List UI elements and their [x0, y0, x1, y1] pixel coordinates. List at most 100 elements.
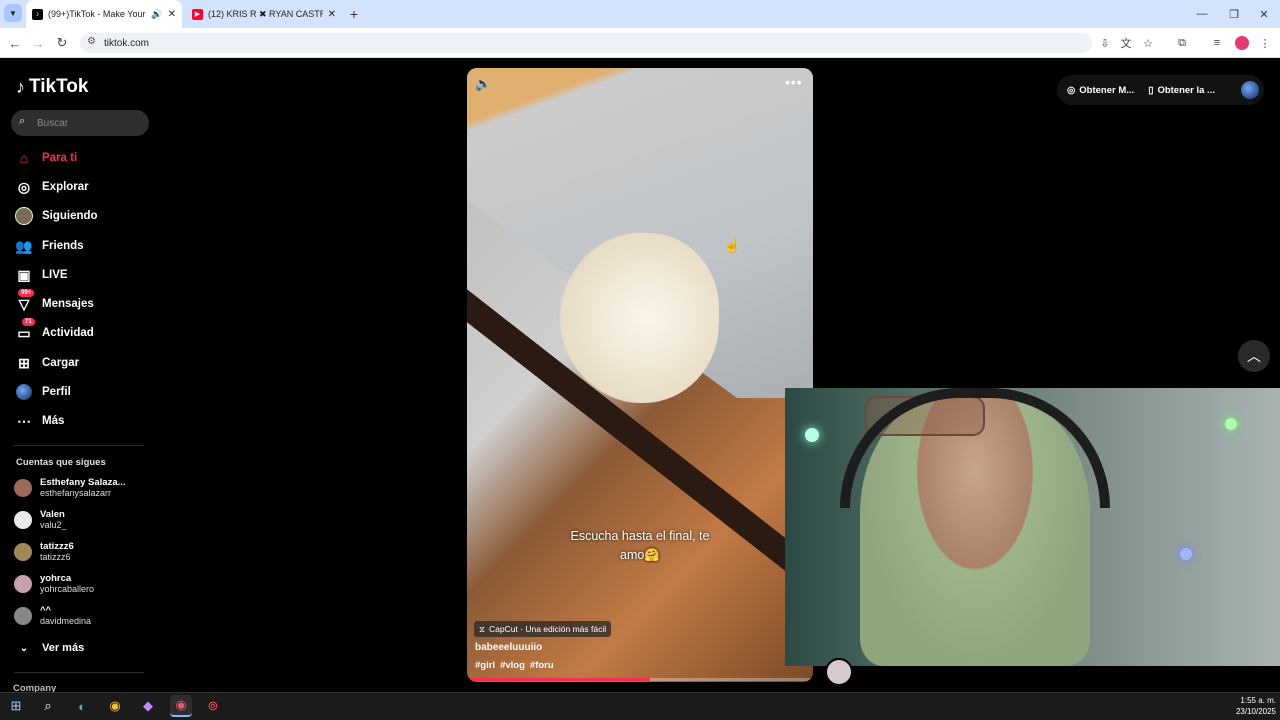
upload-icon: ⊞ — [18, 354, 30, 371]
hashtag-link[interactable]: #foru — [530, 660, 554, 671]
nav-item-perfil[interactable]: Perfil — [14, 381, 71, 403]
get-coins-button[interactable]: ◎ Obtener M... — [1067, 85, 1134, 96]
caption-line: amo🤗 — [620, 548, 660, 562]
copilot-icon[interactable]: ◆ — [137, 695, 159, 717]
address-bar[interactable]: ⚙ tiktok.com — [80, 33, 1092, 53]
chevron-down-icon: ⌄ — [19, 642, 29, 654]
see-more-label: Ver más — [42, 642, 85, 654]
previous-video-button[interactable]: ︿ — [1238, 340, 1270, 372]
get-app-button[interactable]: ▯ Obtener la ... — [1148, 85, 1215, 96]
tiktok-logo[interactable]: ♪ TikTok — [16, 76, 88, 98]
nav-label: Mensajes — [42, 298, 94, 310]
new-tab-button[interactable]: + — [346, 5, 362, 23]
chrome-active-icon[interactable]: ◉ — [170, 695, 192, 717]
clock-date: 23/10/2025 — [1235, 707, 1276, 716]
plus-icon: + — [349, 6, 359, 22]
minimize-button[interactable]: — — [1186, 0, 1218, 28]
minimize-icon: — — [1196, 8, 1208, 20]
nav-item-para-ti[interactable]: ⌂ Para ti — [14, 147, 77, 169]
video-player[interactable]: 🔈 ••• Escucha hasta el final, te amo🤗 ⧖ … — [467, 68, 813, 682]
hashtag-link[interactable]: #vlog — [500, 660, 525, 671]
nav-item-friends[interactable]: 👥 Friends — [14, 235, 84, 257]
translate-icon[interactable]: 文 — [1117, 34, 1135, 52]
nav-item-live[interactable]: ▣ LIVE — [14, 264, 67, 286]
close-icon: ✕ — [1259, 8, 1269, 21]
tab-title: (12) KRIS R ✖ RYAN CASTRO — [208, 8, 323, 19]
restore-icon: ❐ — [1229, 8, 1239, 21]
nav-item-explorar[interactable]: ◎ Explorar — [14, 176, 89, 198]
capcut-anchor[interactable]: ⧖ CapCut · Una edición más fácil — [474, 621, 612, 637]
nav-item-siguiendo[interactable]: Siguiendo — [14, 205, 98, 227]
avatar — [14, 479, 32, 497]
home-icon: ⌂ — [19, 150, 29, 166]
nav-label: Más — [42, 415, 65, 427]
bookmark-star-icon[interactable]: ☆ — [1139, 34, 1157, 52]
extensions-icon[interactable]: ⧉ — [1173, 34, 1191, 52]
account-name: Valen — [40, 509, 65, 520]
tab-close-icon[interactable]: ✕ — [328, 9, 336, 20]
nav-item-mas[interactable]: ⋯ Más — [14, 410, 64, 432]
see-more-button[interactable]: ⌄ Ver más — [14, 637, 84, 659]
webcam-overlay — [785, 388, 1280, 666]
video-frame-dog — [559, 233, 719, 403]
audio-playing-icon[interactable]: 🔊 — [151, 9, 162, 20]
nav-label: Friends — [42, 240, 84, 252]
site-info-icon[interactable]: ⚙ — [87, 36, 96, 47]
live-icon: ▣ — [17, 266, 31, 283]
chrome-icon[interactable]: ◉ — [104, 695, 126, 717]
tab-title: (99+)TikTok - Make Your Da — [48, 9, 146, 19]
video-progress-bar[interactable] — [467, 678, 813, 681]
back-button[interactable]: ← — [5, 33, 25, 53]
friends-icon: 👥 — [15, 237, 33, 254]
account-handle: yohrcaballero — [40, 584, 95, 594]
restore-button[interactable]: ❐ — [1218, 0, 1250, 28]
tab-close-icon[interactable]: ✕ — [168, 9, 176, 20]
search-input[interactable]: ⌕ Buscar — [11, 110, 149, 136]
arrow-right-icon: → — [31, 35, 45, 51]
hashtag-link[interactable]: #girl — [475, 660, 495, 671]
tab-list-button[interactable]: ▼ — [4, 4, 22, 22]
nav-item-actividad[interactable]: ▭ 71 Actividad — [14, 318, 94, 344]
browser-tab-strip: ▼ ♪ (99+)TikTok - Make Your Da 🔊 ✕ ▶ (12… — [0, 0, 1280, 28]
account-handle: esthefanysalazarr — [40, 488, 112, 498]
volume-icon[interactable]: 🔈 — [475, 76, 491, 92]
tiktok-note-icon: ♪ — [16, 76, 25, 97]
profile-avatar-icon[interactable] — [1233, 34, 1251, 52]
forward-button[interactable]: → — [28, 33, 48, 53]
system-clock[interactable]: 1:55 a. m. 23/10/2025 — [1218, 695, 1276, 717]
media-controls-icon[interactable]: ≡ — [1208, 34, 1226, 52]
install-app-icon[interactable]: ⇩ — [1096, 34, 1114, 52]
author-avatar[interactable] — [825, 658, 853, 686]
video-author[interactable]: babeeeluuuiio — [475, 642, 542, 653]
following-account[interactable]: Valen valu2_ — [14, 506, 67, 534]
windows-start-icon[interactable]: ⊞ — [5, 695, 27, 717]
user-avatar[interactable] — [1241, 81, 1259, 99]
nav-item-cargar[interactable]: ⊞ Cargar — [14, 352, 79, 374]
account-name: ^^ — [40, 605, 52, 616]
browser-tab-tiktok[interactable]: ♪ (99+)TikTok - Make Your Da 🔊 ✕ — [26, 0, 182, 28]
sidebar-divider — [14, 672, 144, 673]
reload-icon: ↻ — [56, 35, 68, 50]
more-options-icon[interactable]: ••• — [785, 74, 803, 90]
search-icon[interactable]: ⌕ — [37, 695, 59, 717]
following-account[interactable]: ^^ davidmedina — [14, 602, 91, 630]
top-right-actions: ◎ Obtener M... ▯ Obtener la ... — [1057, 75, 1264, 105]
sidebar-divider — [14, 445, 144, 446]
webcam-light — [805, 428, 819, 442]
browser-tab-youtube[interactable]: ▶ (12) KRIS R ✖ RYAN CASTRO ✕ — [186, 0, 342, 28]
recorder-icon[interactable]: ⊚ — [202, 695, 224, 717]
following-account[interactable]: yohrca yohrcaballero — [14, 570, 94, 598]
close-window-button[interactable]: ✕ — [1248, 0, 1280, 28]
following-account[interactable]: tatizzz6 tatizzz6 — [14, 538, 74, 566]
edge-icon[interactable]: ◐ — [71, 695, 93, 717]
following-account[interactable]: Esthefany Salaza... esthefanysalazarr — [14, 474, 126, 502]
capcut-icon: ⧖ — [479, 623, 485, 634]
browser-menu-icon[interactable]: ⋮ — [1256, 34, 1274, 52]
webcam-light — [1225, 418, 1237, 430]
nav-label: Para ti — [42, 152, 78, 164]
compass-icon: ◎ — [17, 178, 31, 195]
reload-button[interactable]: ↻ — [52, 33, 72, 53]
more-icon: ⋯ — [17, 412, 31, 429]
account-name: yohrca — [40, 573, 72, 584]
nav-item-mensajes[interactable]: ▽ 99+ Mensajes — [14, 289, 94, 315]
